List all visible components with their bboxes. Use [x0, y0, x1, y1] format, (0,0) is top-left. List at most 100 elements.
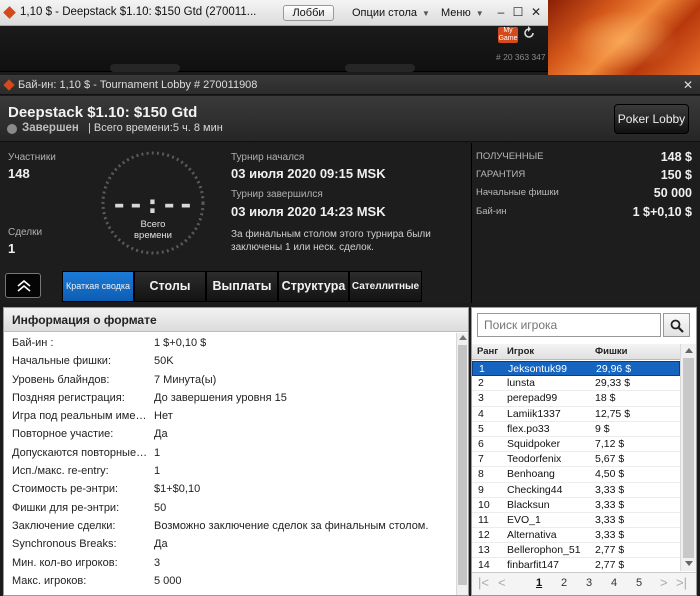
info-row: Повторное участие: Да — [4, 426, 456, 444]
table-row[interactable]: 7 Teodorfenix 5,67 $ — [472, 452, 680, 468]
page-link[interactable]: 4 — [611, 577, 617, 589]
page-link[interactable]: 1 — [536, 577, 542, 589]
table-row[interactable]: 12 Alternativa 3,33 $ — [472, 528, 680, 544]
next-page-icon[interactable]: > — [660, 575, 668, 590]
info-value: 1 — [154, 465, 161, 478]
started-value: 03 июля 2020 09:15 MSK — [231, 166, 386, 181]
scrollbar-thumb[interactable] — [683, 358, 694, 558]
pokerstars-logo-icon — [3, 79, 15, 91]
table-row[interactable]: 6 Squidpoker 7,12 $ — [472, 437, 680, 453]
page-link[interactable]: 2 — [561, 577, 567, 589]
format-info-title: Информация о формате — [12, 313, 157, 327]
info-row: Бай-ин : 1 $+0,10 $ — [4, 335, 456, 353]
table-options-menu[interactable]: Опции стола ▼ — [352, 7, 430, 19]
starting-chips-value: 50 000 — [653, 186, 692, 200]
table-window-titlebar: 1,10 $ - Deepstack $1.10: $150 Gtd (2700… — [0, 0, 548, 26]
format-info-panel: Информация о формате Бай-ин : 1 $+0,10 $ … — [3, 307, 469, 596]
player-rank: 2 — [478, 377, 484, 390]
table-row[interactable]: 1 Jeksontuk99 29,96 $ — [472, 361, 680, 377]
player-name: Blacksun — [507, 498, 550, 511]
table-row[interactable]: 4 Lamiik1337 12,75 $ — [472, 407, 680, 422]
player-rank: 3 — [478, 392, 484, 405]
table-row[interactable]: 10 Blacksun 3,33 $ — [472, 498, 680, 513]
tab-satellites[interactable]: Сателлитные — [349, 271, 422, 302]
col-chips-header[interactable]: Фишки — [595, 346, 627, 357]
poker-lobby-button[interactable]: Poker Lobby — [614, 104, 689, 134]
buyin-value: 1 $+0,10 $ — [632, 205, 692, 219]
players-table: 1 Jeksontuk99 29,96 $ 2 lunsta 29,33 $ 3 pere… — [472, 361, 680, 574]
player-rank: 14 — [478, 559, 490, 572]
first-page-icon[interactable]: |< — [478, 575, 489, 590]
minimize-icon[interactable]: – — [494, 5, 508, 19]
table-row[interactable]: 5 flex.po33 9 $ — [472, 422, 680, 437]
refresh-icon[interactable] — [522, 26, 536, 40]
clock-caption-line: Всего — [140, 219, 166, 230]
deals-value: 1 — [8, 241, 16, 256]
table-row[interactable]: 13 Bellerophon_51 2,77 $ — [472, 543, 680, 559]
player-name: Checking44 — [507, 483, 563, 496]
tab-structure[interactable]: Структура — [278, 271, 349, 302]
table-row[interactable]: 11 EVO_1 3,33 $ — [472, 513, 680, 529]
table-row[interactable]: 2 lunsta 29,33 $ — [472, 376, 680, 392]
scroll-up-icon[interactable] — [459, 335, 467, 340]
player-chips: 29,96 $ — [596, 363, 632, 375]
search-button[interactable] — [663, 313, 690, 337]
players-panel: Ранг Игрок Фишки 1 Jeksontuk99 29,96 $ 2 lu… — [471, 307, 697, 596]
close-icon[interactable]: ✕ — [529, 5, 543, 19]
received-label: ПОЛУЧЕННЫЕ — [476, 151, 544, 162]
format-info-header: Информация о формате — [4, 308, 468, 332]
page-link[interactable]: 5 — [636, 577, 642, 589]
pagination: |< < 1 2 3 4 5 > >| — [472, 572, 696, 595]
info-value: 3 — [154, 556, 161, 569]
info-key: Фишки для ре-энтри: — [12, 501, 120, 514]
player-chips: 2,77 $ — [595, 544, 625, 557]
started-label: Турнир начался — [231, 152, 305, 163]
scrollbar-thumb[interactable] — [458, 345, 467, 585]
info-row: Стоимость ре-энтри: $1+$0,10 — [4, 481, 456, 499]
scroll-down-icon[interactable] — [685, 561, 693, 566]
close-icon[interactable]: ✕ — [683, 78, 693, 92]
table-id: # 20 363 347 5 — [496, 52, 553, 62]
info-key: Исп./макс. re-entry: — [12, 465, 109, 478]
prev-page-icon[interactable]: < — [498, 575, 506, 590]
table-row[interactable]: 9 Checking44 3,33 $ — [472, 483, 680, 498]
table-row[interactable]: 8 Benhoang 4,50 $ — [472, 467, 680, 483]
mygame-icon[interactable]: My Game — [498, 27, 518, 43]
players-scrollbar[interactable] — [680, 344, 696, 571]
player-chips: 3,33 $ — [595, 513, 625, 526]
info-value: До завершения уровня 15 — [154, 391, 287, 404]
maximize-icon[interactable]: ☐ — [511, 5, 525, 19]
info-value: 50K — [154, 355, 174, 368]
col-rank-header[interactable]: Ранг — [477, 346, 498, 357]
info-row: Начальные фишки: 50K — [4, 353, 456, 371]
player-name: EVO_1 — [507, 513, 541, 526]
player-search-input[interactable] — [477, 313, 661, 337]
last-page-icon[interactable]: >| — [676, 575, 687, 590]
player-name: Benhoang — [507, 468, 555, 481]
scroll-up-icon[interactable] — [685, 348, 693, 353]
info-value: $1+$0,10 — [154, 483, 201, 496]
player-chips: 18 $ — [595, 392, 616, 405]
page-link[interactable]: 3 — [586, 577, 592, 589]
format-info-scrollbar[interactable] — [456, 333, 468, 595]
info-row: Поздняя регистрация: До завершения уровня… — [4, 390, 456, 408]
clock-caption-line: времени — [134, 230, 172, 241]
desktop-background — [548, 0, 700, 75]
player-rank: 10 — [478, 498, 490, 511]
player-chips: 2,77 $ — [595, 559, 625, 572]
table-row[interactable]: 3 perepad99 18 $ — [472, 391, 680, 407]
status-indicator-icon — [7, 124, 17, 134]
player-chips: 7,12 $ — [595, 437, 625, 450]
collapse-button[interactable] — [5, 273, 41, 298]
lobby-button[interactable]: Лобби — [283, 5, 334, 21]
player-chips: 9 $ — [595, 422, 610, 435]
tab-payouts[interactable]: Выплаты — [206, 271, 278, 302]
tab-summary[interactable]: Краткая сводка — [62, 271, 134, 302]
menu-button[interactable]: Меню ▼ — [441, 7, 484, 19]
seat-placeholder — [110, 64, 180, 72]
info-key: Заключение сделки: — [12, 519, 116, 532]
info-key: Начальные фишки: — [12, 355, 112, 368]
col-player-header[interactable]: Игрок — [507, 346, 534, 357]
chevron-down-icon: ▼ — [475, 9, 484, 18]
tab-tables[interactable]: Столы — [134, 271, 206, 302]
